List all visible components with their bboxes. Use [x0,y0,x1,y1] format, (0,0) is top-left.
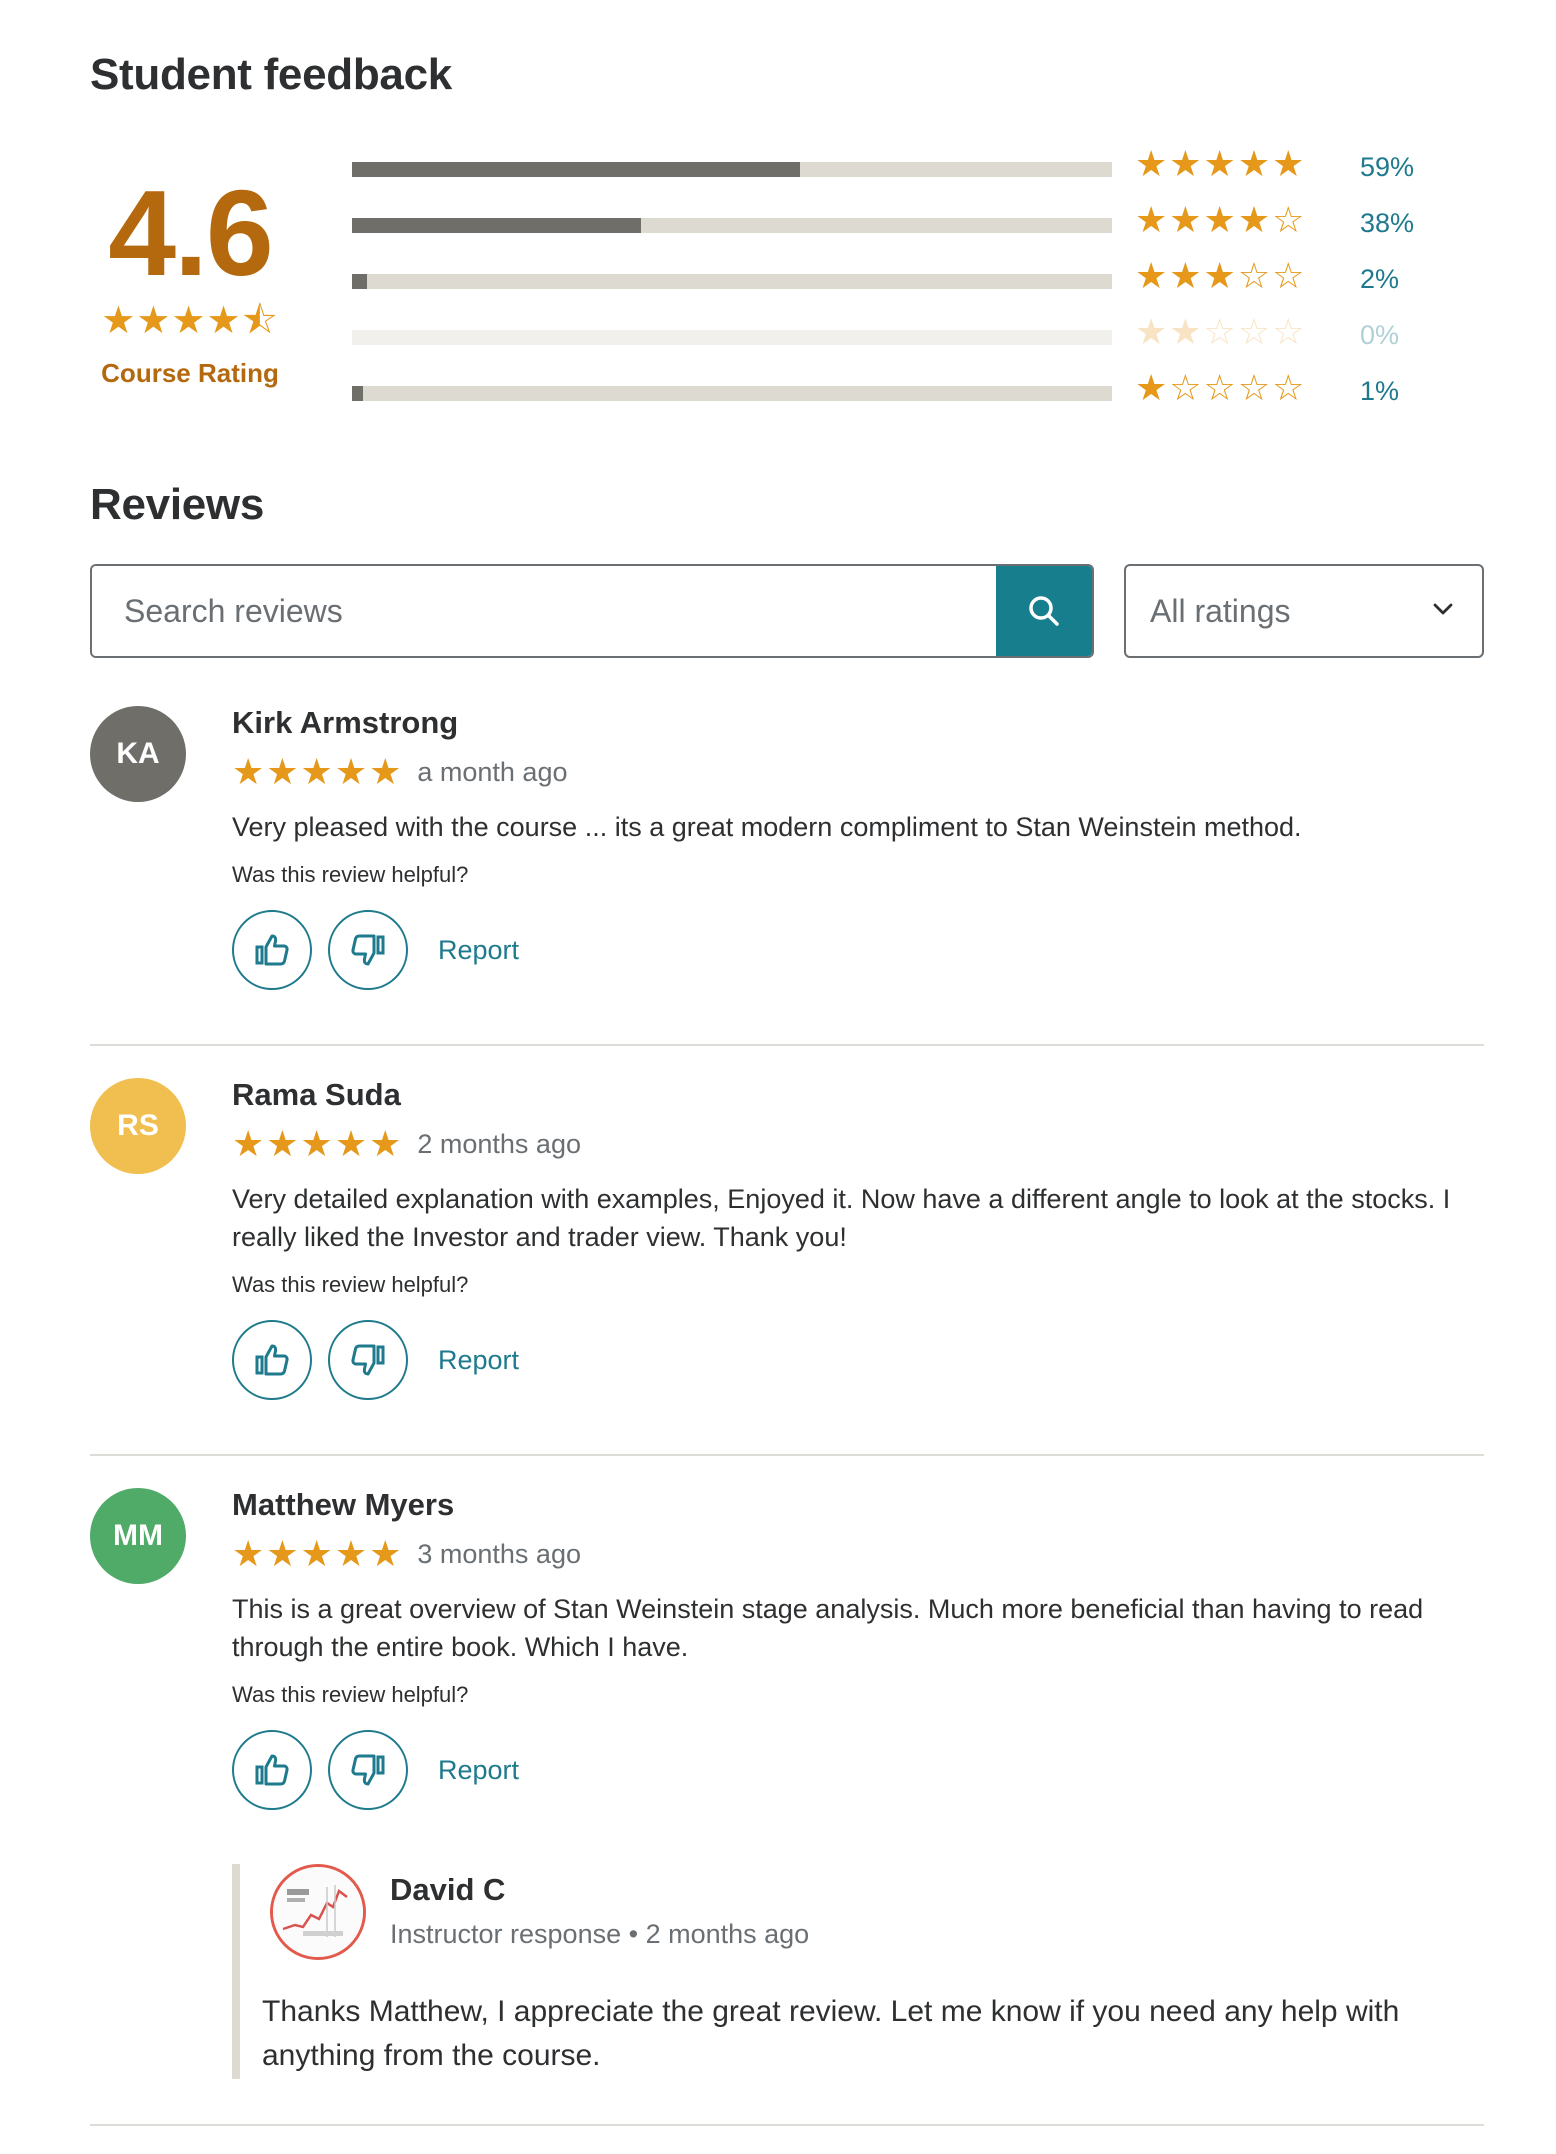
rating-row-3-stars[interactable]: ★★★☆☆ 2% [352,255,1399,316]
rating-bar-fill [352,274,368,289]
report-link[interactable]: Report [438,935,519,966]
thumbs-up-icon [255,1754,289,1786]
star-rating-icon: ★★★★☆ [1135,199,1307,240]
review-stars-icon: ★★★★★ [232,751,404,793]
average-rating: 4.6 [108,165,274,301]
rating-bar-track [352,218,1112,233]
helpful-prompt: Was this review helpful? [232,1272,469,1298]
rating-percent[interactable]: 1% [1360,376,1399,407]
reviewer-name: Matthew Myers [232,1487,455,1522]
thumbs-up-button[interactable] [232,910,312,991]
review-body: Rama Suda ★★★★★ 2 months ago Very detail… [232,1077,1482,1401]
avatar-initials: RS [117,1109,159,1142]
rating-percent: 0% [1360,320,1400,350]
rating-bar-fill [352,386,364,401]
review-body: Kirk Armstrong ★★★★★ a month ago Very pl… [232,705,1482,991]
review-meta: ★★★★★ 3 months ago [232,1536,1482,1572]
star-rating-icon: ★☆☆☆☆ [1135,367,1307,408]
rating-row-5-stars[interactable]: ★★★★★ 59% [352,143,1414,204]
avatar: KA [90,706,186,802]
thumbs-down-icon [351,934,385,966]
instructor-response: David C Instructor response • 2 months a… [232,1864,1484,2079]
thumbs-down-icon [351,1344,385,1376]
rating-percent[interactable]: 38% [1360,208,1414,239]
rating-row-4-stars[interactable]: ★★★★☆ 38% [352,199,1414,260]
instructor-name: David C [390,1872,506,1907]
rating-row-2-stars: ★★☆☆☆ 0% [352,311,1399,372]
rating-bar-fill [352,218,641,233]
review-actions: Report [232,1320,1482,1401]
chevron-down-icon [1433,603,1453,615]
rating-bar-track [352,330,1112,345]
search-reviews-input[interactable] [92,566,1000,656]
avatar-initials: MM [113,1519,163,1552]
rating-bar-track [352,274,1112,289]
course-rating-summary: 4.6 ★★★★⯪ Course Rating [90,172,290,389]
rating-filter-value: All ratings [1150,592,1291,629]
instructor-avatar [270,1864,366,1960]
average-rating-stars-icon: ★★★★⯪ [101,300,279,342]
avatar: MM [90,1488,186,1584]
course-rating-label: Course Rating [101,358,279,388]
rating-filter-select[interactable]: All ratings [1124,564,1484,658]
rating-bar-fill [352,162,801,177]
search-button[interactable] [996,566,1092,656]
thumbs-down-button[interactable] [328,1320,408,1401]
star-rating-icon: ★★☆☆☆ [1135,311,1307,352]
review-meta: ★★★★★ a month ago [232,754,1482,790]
thumbs-up-icon [255,1344,289,1376]
rating-row-1-star[interactable]: ★☆☆☆☆ 1% [352,367,1399,428]
search-icon [1029,596,1059,626]
divider [90,1454,1484,1456]
rating-bar-track [352,386,1112,401]
thumbs-down-button[interactable] [328,1730,408,1811]
helpful-prompt: Was this review helpful? [232,862,469,888]
thumbs-up-button[interactable] [232,1320,312,1401]
report-link[interactable]: Report [438,1345,519,1376]
divider [90,2124,1484,2126]
star-rating-icon: ★★★☆☆ [1135,255,1307,296]
thumbs-down-icon [351,1754,385,1786]
review-text: This is a great overview of Stan Weinste… [232,1594,1424,1663]
rating-percent[interactable]: 2% [1360,264,1399,295]
reviews-heading: Reviews [90,480,265,529]
instructor-response-text: Thanks Matthew, I appreciate the great r… [262,1995,1400,2072]
review-actions: Report [232,1730,1482,1811]
student-feedback-heading: Student feedback [90,50,452,99]
rating-bar-track [352,162,1112,177]
report-link[interactable]: Report [438,1755,519,1786]
review-date: 3 months ago [417,1538,581,1569]
thumbs-up-button[interactable] [232,1730,312,1811]
thumbs-up-icon [255,934,289,966]
review-stars-icon: ★★★★★ [232,1533,404,1575]
review-date: a month ago [417,756,568,787]
avatar-initials: KA [116,737,160,770]
instructor-logo-image [273,1867,363,1957]
review-actions: Report [232,910,1482,991]
thumbs-down-button[interactable] [328,910,408,991]
instructor-response-meta: Instructor response • 2 months ago [390,1919,810,1949]
reviewer-name: Rama Suda [232,1077,401,1112]
rating-distribution: ★★★★★ 59% ★★★★☆ 38% ★★★☆☆ 2% ★★☆☆☆ 0% ★☆… [352,143,1414,428]
review-meta: ★★★★★ 2 months ago [232,1126,1482,1162]
review-text: Very pleased with the course ... its a g… [232,812,1302,843]
rating-percent[interactable]: 59% [1360,152,1414,183]
review-date: 2 months ago [417,1128,581,1159]
review-text: Very detailed explanation with examples,… [232,1184,1451,1253]
helpful-prompt: Was this review helpful? [232,1682,469,1708]
review-stars-icon: ★★★★★ [232,1123,404,1165]
review-body: Matthew Myers ★★★★★ 3 months ago This is… [232,1487,1482,1811]
search-reviews-box [90,564,1094,658]
divider [90,1044,1484,1046]
avatar: RS [90,1078,186,1174]
star-rating-icon: ★★★★★ [1135,143,1307,184]
reviewer-name: Kirk Armstrong [232,705,459,740]
